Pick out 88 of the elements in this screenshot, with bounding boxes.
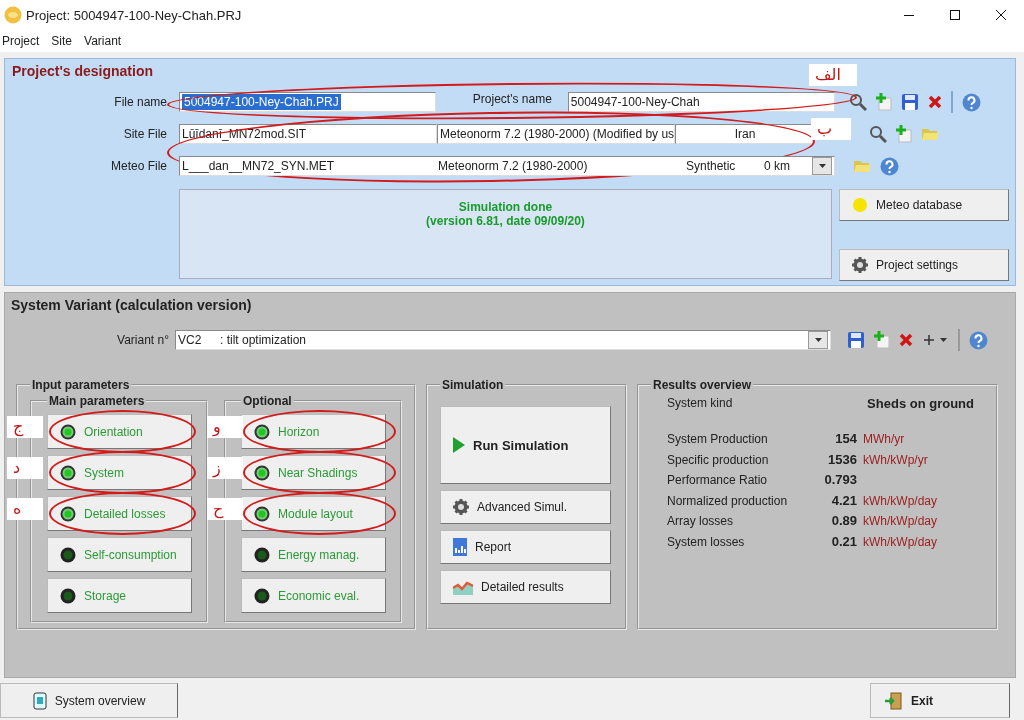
group-title: Optional xyxy=(242,394,293,408)
help-icon[interactable] xyxy=(969,330,988,350)
new-file-icon[interactable] xyxy=(876,93,892,111)
result-unit: kWh/kWp/yr xyxy=(863,451,929,469)
caret-icon xyxy=(940,338,947,342)
menu-item[interactable]: Variant xyxy=(84,32,122,50)
result-value: 0.793 xyxy=(823,471,857,489)
result-label: System kind xyxy=(667,396,733,411)
file-name-field[interactable]: 5004947-100-Ney-Chah.PRJ xyxy=(179,92,437,112)
plus-icon xyxy=(924,335,934,345)
chart-icon xyxy=(453,579,473,595)
variant-dropdown[interactable]: VC2 : tilt optimization xyxy=(175,330,831,350)
menu-item[interactable]: Project xyxy=(2,32,40,50)
menu-item[interactable]: Site xyxy=(51,32,73,50)
result-value: 0.21 xyxy=(830,532,857,551)
result-unit: MWh/yr xyxy=(863,431,906,448)
window-title: Project: 5004947-100-Ney-Chah.PRJ xyxy=(26,7,243,23)
exit-button[interactable]: Exit xyxy=(870,683,1010,718)
result-label: System Production xyxy=(667,431,769,448)
status-message: (version 6.81, date 09/09/20) xyxy=(426,214,585,228)
result-label: System losses xyxy=(667,533,746,551)
annotation-label: د xyxy=(7,457,43,479)
field-label: Project's name xyxy=(471,92,553,108)
help-icon[interactable] xyxy=(962,92,981,112)
site-source-field: Meteonorm 7.2 (1980-2000) (Modified by us xyxy=(437,124,675,144)
project-name-field[interactable]: 5004947-100-Ney-Chah xyxy=(567,92,835,112)
panel-title: Project's designation xyxy=(12,63,154,79)
field-label: Meteo File xyxy=(109,159,168,173)
caret-icon xyxy=(814,338,822,342)
result-value: Sheds on ground xyxy=(867,396,974,411)
simulation-button[interactable]: Report xyxy=(440,530,611,564)
search-icon[interactable] xyxy=(849,93,867,111)
group-title: Simulation xyxy=(441,378,505,392)
status-message: Simulation done xyxy=(458,200,553,214)
group-title: Results overview xyxy=(652,378,753,392)
simulation-button[interactable]: Detailed results xyxy=(440,570,611,604)
panel-button[interactable]: Meteo database xyxy=(839,189,1009,221)
play-icon xyxy=(453,437,465,453)
search-icon[interactable] xyxy=(869,125,887,143)
result-value: 4.21 xyxy=(830,491,857,510)
result-label: Performance Ratio xyxy=(667,472,769,489)
meteo-file-dropdown[interactable]: L___dan__MN72_SYN.MET Meteonorm 7.2 (1980-2000) Synthetic 0 km xyxy=(179,156,835,176)
group-title: Input parameters xyxy=(31,378,131,392)
gear-icon xyxy=(453,499,469,515)
document-icon xyxy=(32,691,47,710)
annotation-label: ه xyxy=(7,498,43,520)
field-label: File name xyxy=(113,95,168,109)
maximize-icon xyxy=(950,10,960,20)
result-value: 0.89 xyxy=(830,512,857,530)
result-value: 154 xyxy=(834,430,857,448)
annotation-label: و xyxy=(207,416,243,438)
delete-icon[interactable] xyxy=(899,333,913,347)
caret-icon xyxy=(818,164,826,168)
group-title: Main parameters xyxy=(48,394,146,408)
delete-icon[interactable] xyxy=(928,95,942,109)
minimize-icon xyxy=(904,14,914,16)
panel-title: System Variant (calculation version) xyxy=(11,297,252,313)
close-icon xyxy=(996,10,1006,20)
annotation-label: ج xyxy=(7,416,43,438)
result-unit: kWh/kWp/day xyxy=(863,513,938,530)
country-field: Iran xyxy=(675,124,815,144)
new-file-icon[interactable] xyxy=(896,125,912,143)
annotation-label: الف xyxy=(809,64,857,86)
simulation-button[interactable]: Run Simulation xyxy=(440,406,611,484)
new-file-icon[interactable] xyxy=(874,331,890,349)
annotation-label: ز xyxy=(207,457,243,479)
panel-button[interactable]: Project settings xyxy=(839,249,1009,281)
gear-icon xyxy=(852,257,868,273)
sun-icon xyxy=(852,197,868,213)
add-menu-button[interactable] xyxy=(922,335,949,345)
report-icon xyxy=(453,538,467,556)
annotation-label: ح xyxy=(207,498,243,520)
result-unit: kWh/kWp/day xyxy=(863,533,938,551)
save-icon[interactable] xyxy=(901,93,919,111)
result-label: Normalized production xyxy=(667,492,789,510)
simulation-button[interactable]: Advanced Simul. xyxy=(440,490,611,524)
help-icon[interactable] xyxy=(880,156,899,176)
result-unit: kWh/kWp/day xyxy=(863,492,938,510)
save-icon[interactable] xyxy=(847,331,865,349)
door-icon xyxy=(885,691,903,710)
result-label: Array losses xyxy=(667,513,735,530)
annotation-label: ب xyxy=(811,118,851,140)
field-label: Site File xyxy=(122,127,168,141)
system-overview-button[interactable]: System overview xyxy=(0,683,178,718)
result-value: 1536 xyxy=(827,450,857,469)
field-label: Variant n° xyxy=(116,333,170,347)
app-icon xyxy=(4,6,22,24)
result-label: Specific production xyxy=(667,451,770,469)
